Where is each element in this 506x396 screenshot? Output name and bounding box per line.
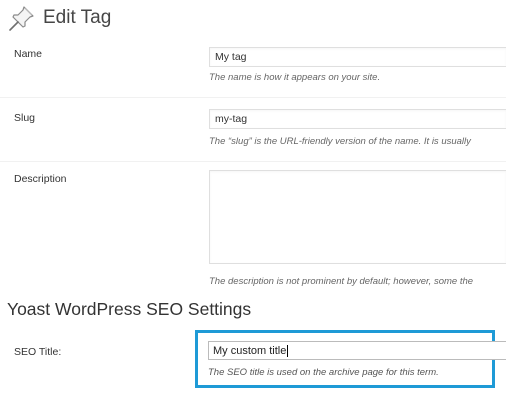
seo-title-input-value: My custom title bbox=[213, 344, 287, 357]
seo-title-input[interactable]: My custom title bbox=[208, 341, 506, 360]
slug-label: Slug bbox=[14, 112, 36, 124]
name-help-text: The name is how it appears on your site. bbox=[209, 72, 381, 83]
slug-help-text: The “slug” is the URL-friendly version o… bbox=[209, 136, 471, 147]
seo-title-help-text: The SEO title is used on the archive pag… bbox=[208, 367, 439, 378]
name-label: Name bbox=[14, 48, 43, 60]
slug-input-value: my-tag bbox=[215, 113, 248, 125]
slug-input[interactable]: my-tag bbox=[209, 109, 506, 129]
name-input-value: My tag bbox=[215, 51, 247, 63]
description-textarea[interactable] bbox=[209, 170, 506, 264]
seo-title-label: SEO Title: bbox=[14, 346, 62, 358]
name-input[interactable]: My tag bbox=[209, 47, 506, 67]
seo-section-heading: Yoast WordPress SEO Settings bbox=[7, 299, 252, 319]
text-cursor bbox=[287, 344, 289, 357]
description-help-text: The description is not prominent by defa… bbox=[209, 276, 474, 287]
page-title-text: Edit Tag bbox=[43, 7, 112, 28]
page-title: Edit Tag bbox=[7, 0, 111, 36]
pushpin-icon bbox=[9, 6, 34, 31]
divider bbox=[0, 161, 506, 162]
divider bbox=[0, 97, 506, 98]
description-label: Description bbox=[14, 173, 67, 185]
